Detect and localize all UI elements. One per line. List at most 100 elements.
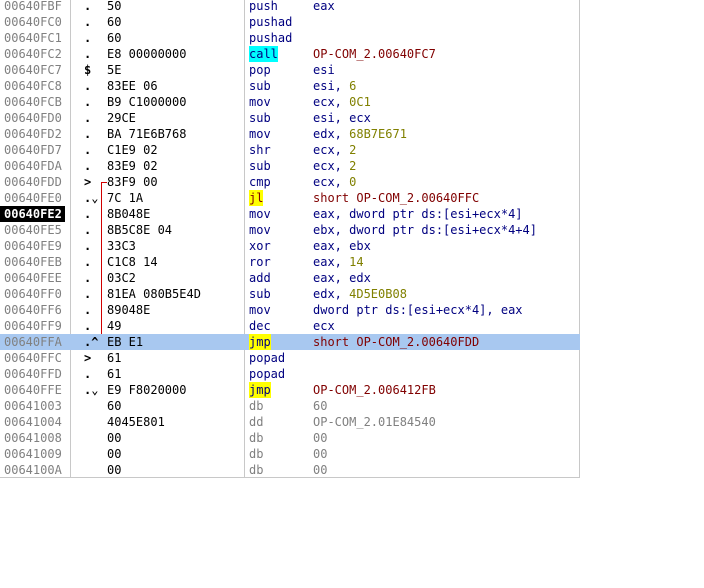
disasm-row[interactable]: 00641003 60 db 60 <box>0 398 580 414</box>
hex-bytes-cell: 81EA 080B5E4D <box>107 287 201 301</box>
operand-cell: ecx, 2 <box>313 142 356 158</box>
mnemonic-cell: pushad <box>249 31 293 45</box>
operand-part: 2 <box>349 143 357 157</box>
mnemonic-cell: sub <box>249 287 271 301</box>
operand-part: ecx, <box>313 143 350 157</box>
disasm-row[interactable]: 00640FE0 .⌄ 7C 1A jl short OP-COM_2.00640FFC <box>0 190 580 206</box>
operand-part: 00 <box>313 431 328 445</box>
address-cell: 00641009 <box>4 447 62 461</box>
address-cell: 00640FCB <box>4 95 62 109</box>
hex-bytes-cell: 83E9 02 <box>107 159 158 173</box>
mnemonic-cell: sub <box>249 79 271 93</box>
operand-cell: eax, 14 <box>313 254 364 270</box>
disasm-row[interactable]: 00640FC7 $5E pop esi <box>0 62 580 78</box>
jump-marker: > <box>84 351 92 365</box>
address-cell: 00640FD0 <box>4 111 62 125</box>
hex-bytes-cell: 61 <box>107 351 122 365</box>
mnemonic-cell: mov <box>249 303 271 317</box>
operand-cell: 60 <box>313 398 327 414</box>
disasm-row[interactable]: 00640FC2. E8 00000000 call OP-COM_2.00640FC… <box>0 46 580 62</box>
disasm-row[interactable]: 00640FE2. 8B048E mov eax, dword ptr ds:[esi… <box>0 206 580 222</box>
mnemonic-cell: jmp <box>249 382 271 398</box>
disasm-row[interactable]: 00640FBF. 50 push eax <box>0 0 580 14</box>
address-cell: 0064100A <box>4 463 62 477</box>
operand-cell: ebx, dword ptr ds:[esi+ecx*4+4] <box>313 222 537 238</box>
jump-marker: . <box>84 367 92 381</box>
operand-cell: eax, dword ptr ds:[esi+ecx*4] <box>313 206 523 222</box>
operand-cell: esi, 6 <box>313 78 356 94</box>
disasm-row[interactable]: 00640FFE .⌄ E9 F8020000 jmp OP-COM_2.006412F… <box>0 382 580 398</box>
disasm-row[interactable]: 00640FE9. 33C3 xor eax, ebx <box>0 238 580 254</box>
jump-marker: . <box>84 15 92 29</box>
disasm-row[interactable]: 00640FF9. 49 dec ecx <box>0 318 580 334</box>
operand-cell: eax <box>313 0 335 14</box>
hex-bytes-cell: 50 <box>107 0 122 13</box>
hex-bytes-cell: E9 F8020000 <box>107 383 187 397</box>
operand-part: ecx, <box>313 95 350 109</box>
mnemonic-cell: mov <box>249 207 271 221</box>
jump-marker: . <box>84 207 92 221</box>
jump-marker: . <box>84 79 92 93</box>
disasm-row[interactable]: 00640FF0. 81EA 080B5E4D sub edx, 4D5E0B08 <box>0 286 580 302</box>
address-cell: 00640FDA <box>4 159 62 173</box>
disasm-row[interactable]: 00640FD7. C1E9 02 shr ecx, 2 <box>0 142 580 158</box>
hex-bytes-cell: 60 <box>107 15 122 29</box>
disasm-row[interactable]: 00640FC1. 60 pushad <box>0 30 580 46</box>
disasm-row[interactable]: 00640FD2. BA 71E6B768 mov edx, 68B7E671 <box>0 126 580 142</box>
hex-bytes-cell: 7C 1A <box>107 191 144 205</box>
disasm-row[interactable]: 00640FCB. B9 C1000000 mov ecx, 0C1 <box>0 94 580 110</box>
mnemonic-cell: add <box>249 271 271 285</box>
operand-part: short OP-COM_2.00640FFC <box>313 191 480 205</box>
operand-part: ebx, dword ptr ds:[esi+ecx*4+4] <box>313 223 537 237</box>
address-cell: 00640FC1 <box>4 31 62 45</box>
disasm-row[interactable]: 00640FDA. 83E9 02 sub ecx, 2 <box>0 158 580 174</box>
address-cell: 00640FC8 <box>4 79 62 93</box>
disassembly-pane[interactable]: 00640FBF. 50 push eax 00640FC0. 60 pushad 00640… <box>0 0 580 478</box>
disasm-row[interactable]: 00640FFD. 61 popad <box>0 366 580 382</box>
operand-part: ecx <box>313 319 335 333</box>
disasm-row[interactable]: 00641008 00 db 00 <box>0 430 580 446</box>
disasm-row[interactable]: 00641009 00 db 00 <box>0 446 580 462</box>
disasm-row[interactable]: 0064100A 00 db 00 <box>0 462 580 478</box>
address-cell: 00640FF9 <box>4 319 62 333</box>
disasm-row[interactable]: 00640FFC >61 popad <box>0 350 580 366</box>
disasm-row[interactable]: 00640FE5. 8B5C8E 04 mov ebx, dword ptr ds:[… <box>0 222 580 238</box>
address-cell: 00640FDD <box>4 175 62 189</box>
disasm-row[interactable]: 00640FC8. 83EE 06 sub esi, 6 <box>0 78 580 94</box>
disasm-row[interactable]: 00640FD0. 29CE sub esi, ecx <box>0 110 580 126</box>
jump-marker: .⌄ <box>84 191 99 205</box>
operand-cell: 00 <box>313 462 327 478</box>
mnemonic-cell: pushad <box>249 15 293 29</box>
address-cell: 00640FC7 <box>4 63 62 77</box>
disasm-row[interactable]: 00640FDD >83F9 00 cmp ecx, 0 <box>0 174 580 190</box>
mnemonic-cell: cmp <box>249 175 271 189</box>
disasm-row[interactable]: 00640FF6. 89048E mov dword ptr ds:[esi+ecx*… <box>0 302 580 318</box>
operand-cell: ecx, 0 <box>313 174 356 190</box>
jump-marker: . <box>84 319 92 333</box>
mnemonic-cell: db <box>249 447 264 461</box>
operand-part: OP-COM_2.00640FC7 <box>313 47 436 61</box>
hex-bytes-cell: 4045E801 <box>107 415 165 429</box>
address-cell: 00640FF6 <box>4 303 62 317</box>
jump-marker: . <box>84 223 92 237</box>
disasm-row[interactable]: 00640FEB. C1C8 14 ror eax, 14 <box>0 254 580 270</box>
operand-part: 2 <box>349 159 357 173</box>
address-cell: 00640FFE <box>4 383 62 397</box>
hex-bytes-cell: 00 <box>107 431 122 445</box>
operand-part: ecx, <box>313 175 350 189</box>
disasm-row[interactable]: 00640FFA .^ EB E1 jmp short OP-COM_2.00640FD… <box>0 334 580 350</box>
hex-bytes-cell: 29CE <box>107 111 136 125</box>
jump-marker: .⌄ <box>84 383 99 397</box>
operand-cell: dword ptr ds:[esi+ecx*4], eax <box>313 302 523 318</box>
disasm-row[interactable]: 00640FEE. 03C2 add eax, edx <box>0 270 580 286</box>
hex-bytes-cell: BA 71E6B768 <box>107 127 187 141</box>
operand-part: eax, ebx <box>313 239 371 253</box>
hex-bytes-cell: 89048E <box>107 303 151 317</box>
disasm-row[interactable]: 00640FC0. 60 pushad <box>0 14 580 30</box>
operand-part: esi, ecx <box>313 111 371 125</box>
disasm-row[interactable]: 00641004 4045E801 dd OP-COM_2.01E84540 <box>0 414 580 430</box>
mnemonic-cell: mov <box>249 127 271 141</box>
operand-part: eax, <box>313 255 350 269</box>
mnemonic-cell: jl <box>249 190 264 206</box>
address-cell: 00640FFC <box>4 351 62 365</box>
